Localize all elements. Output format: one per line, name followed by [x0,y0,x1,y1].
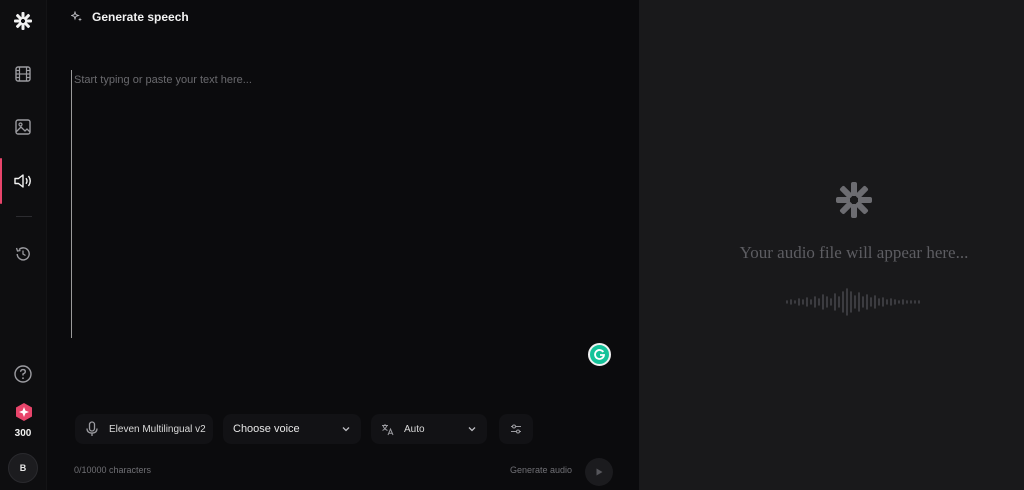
chevron-down-icon [342,427,350,432]
asterisk-logo-icon [836,182,872,218]
audio-preview-panel: Your audio file will appear here... [639,0,1024,490]
help-icon [14,365,32,383]
sidebar-item-video[interactable] [0,56,46,92]
empty-audio-message: Your audio file will appear here... [739,243,969,262]
language-selector[interactable]: Auto [371,414,487,444]
voice-settings-button[interactable] [499,414,533,444]
credits-count: 300 [14,428,32,439]
generate-audio-button[interactable] [585,458,613,486]
film-icon [15,66,31,82]
waveform-icon [786,288,920,316]
model-selector[interactable]: Eleven Multilingual v2 [75,414,213,444]
speech-text-input[interactable] [71,70,616,338]
speech-editor: Generate speech Eleven Multilingual v2 C… [47,0,638,490]
sidebar: 300 B [0,0,47,490]
sparkle-icon [71,11,82,22]
sidebar-item-image[interactable] [0,109,46,145]
character-count: 0/10000 characters [74,465,152,475]
grammarly-button[interactable] [588,343,611,366]
sidebar-item-speech[interactable] [0,163,46,199]
speaker-icon [14,174,31,188]
microphone-icon [86,421,98,436]
voice-label: Choose voice [233,423,300,435]
asterisk-logo-icon [14,12,32,30]
voice-selector[interactable]: Choose voice [223,414,361,444]
help-button[interactable] [0,356,46,392]
editor-header: Generate speech [71,9,189,25]
language-label: Auto [404,423,425,435]
sliders-icon [511,424,521,434]
credits-badge-icon[interactable] [14,402,34,422]
history-icon [15,247,30,261]
chevron-down-icon [468,427,476,432]
play-icon [596,468,603,476]
generate-audio-label[interactable]: Generate audio [510,465,572,475]
sidebar-item-history[interactable] [0,236,46,272]
translate-icon [382,423,394,435]
grammarly-icon [594,349,606,360]
avatar-initial: B [19,463,27,473]
model-label: Eleven Multilingual v2 [109,423,206,435]
sidebar-divider [16,216,32,217]
page-title: Generate speech [92,10,189,24]
avatar[interactable]: B [8,453,38,483]
image-icon [15,119,31,135]
brand-logo[interactable] [0,3,46,39]
